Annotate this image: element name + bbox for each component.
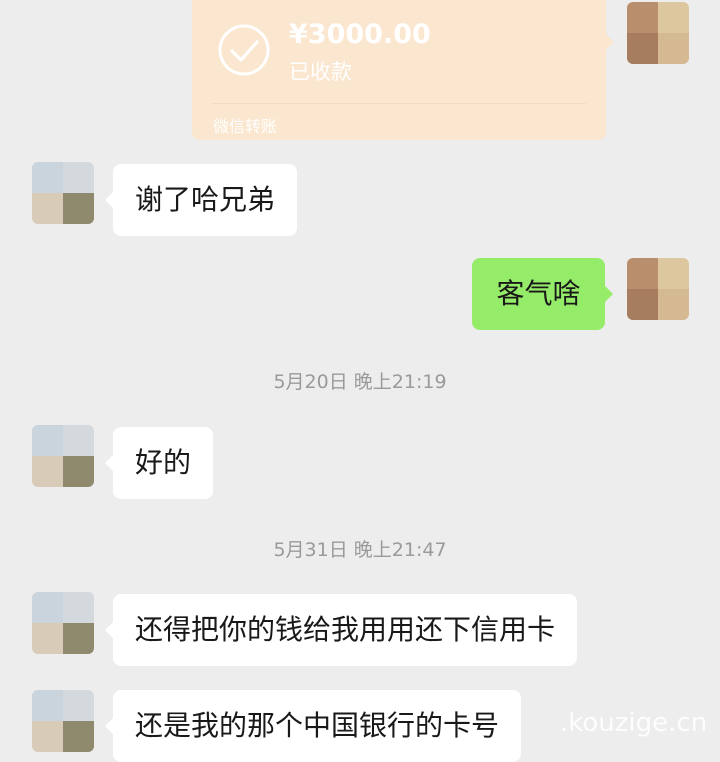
transfer-divider — [212, 103, 586, 104]
self-avatar[interactable] — [627, 258, 689, 320]
transfer-label: 微信转账 — [213, 117, 278, 136]
contact-avatar[interactable] — [32, 425, 94, 487]
check-circle-icon — [218, 24, 270, 76]
message-bubble-sent[interactable]: 客气啥 — [472, 258, 613, 330]
contact-avatar[interactable] — [32, 690, 94, 752]
transfer-status: 已收款 — [289, 60, 352, 84]
self-avatar[interactable] — [627, 2, 689, 64]
message-bubble[interactable]: 还得把你的钱给我用用还下信用卡 — [104, 594, 578, 666]
transfer-amount: ¥3000.00 — [289, 19, 431, 50]
message-bubble[interactable]: 谢了哈兄弟 — [104, 164, 298, 236]
message-bubble[interactable]: 好的 — [104, 427, 214, 499]
transfer-card[interactable]: ¥3000.00 已收款 微信转账 — [192, 0, 614, 140]
contact-avatar[interactable] — [32, 162, 94, 224]
timestamp: 5月20日 晚上21:19 — [273, 371, 447, 393]
message-bubble[interactable]: 还是我的那个中国银行的卡号 — [104, 690, 522, 762]
watermark: .kouzige.cn — [560, 708, 708, 738]
contact-avatar[interactable] — [32, 592, 94, 654]
timestamp: 5月31日 晚上21:47 — [273, 539, 447, 561]
